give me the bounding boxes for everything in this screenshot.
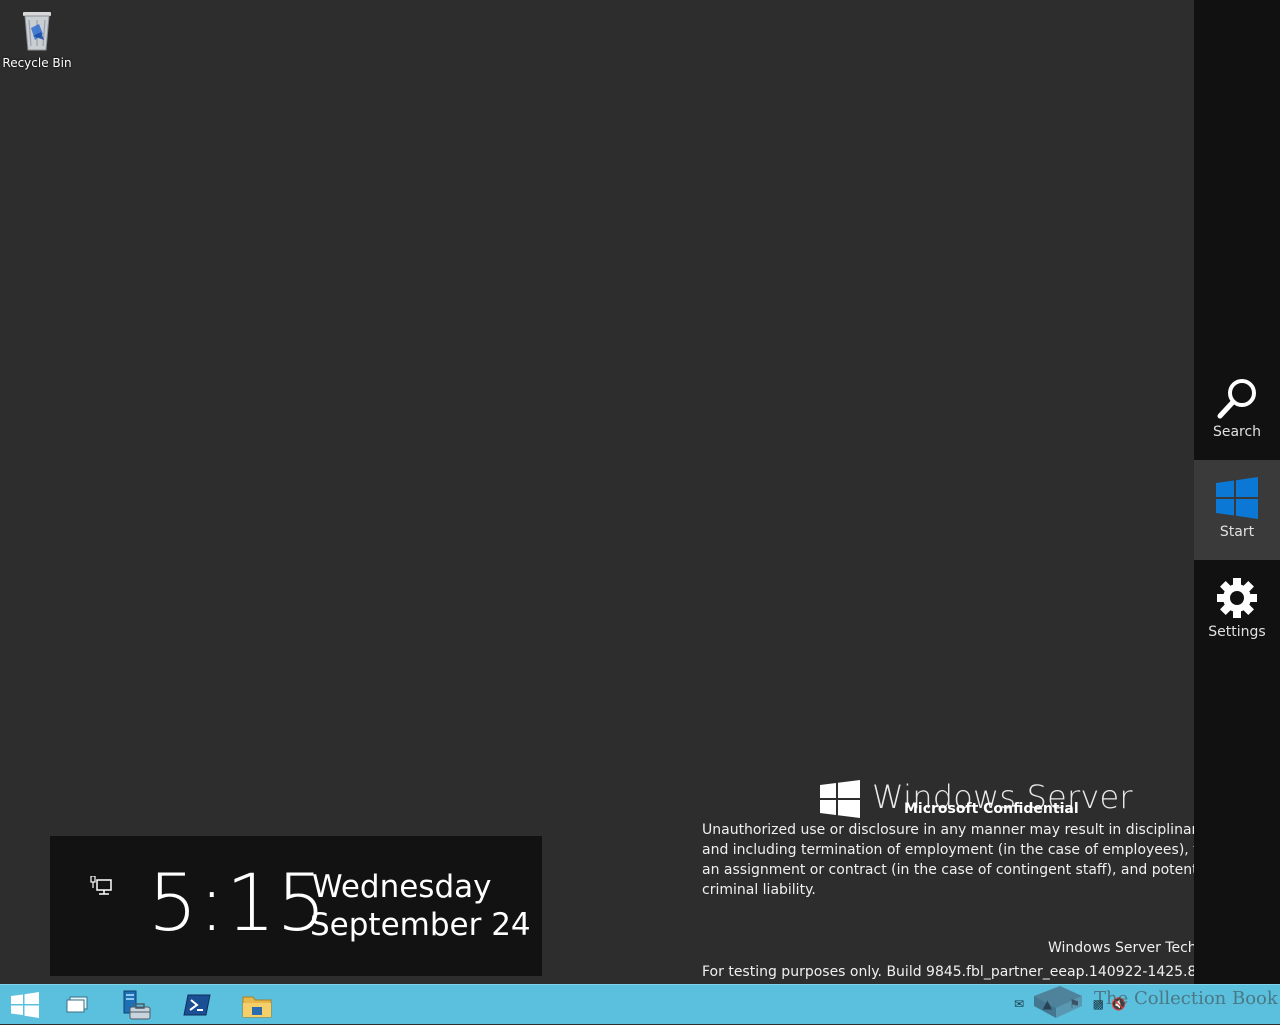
powershell-button[interactable] — [172, 987, 222, 1023]
server-manager-button[interactable] — [110, 987, 160, 1023]
legal-line: Unauthorized use or disclosure in any ma… — [702, 822, 1194, 838]
charm-start-label: Start — [1219, 524, 1255, 540]
server-manager-icon — [123, 990, 151, 1020]
legal-notice: Unauthorized use or disclosure in any ma… — [702, 820, 1194, 900]
confidential-label: Microsoft Confidential — [904, 801, 1079, 817]
build-product-name: Windows Server Techr — [1048, 940, 1194, 956]
search-icon — [1217, 379, 1256, 419]
build-info: For testing purposes only. Build 9845.fb… — [702, 964, 1194, 980]
clock-day: Wednesday — [312, 869, 492, 905]
task-view-button[interactable] — [52, 987, 102, 1023]
powershell-icon — [183, 994, 211, 1016]
windows-logo-icon — [1216, 477, 1258, 519]
clock-date: September 24 — [310, 907, 531, 943]
network-wired-icon — [90, 876, 112, 895]
charm-settings[interactable]: Settings — [1194, 560, 1280, 660]
windows-logo-icon — [11, 992, 39, 1018]
charm-search-label: Search — [1212, 424, 1262, 440]
folder-icon — [242, 996, 272, 1018]
file-explorer-button[interactable] — [232, 987, 282, 1023]
gear-icon — [1217, 578, 1257, 618]
charms-bar: Search Start Settings — [1194, 0, 1280, 1024]
book-logo-icon — [1034, 986, 1082, 1018]
recycle-bin-icon — [23, 12, 51, 51]
charm-settings-label: Settings — [1208, 624, 1266, 640]
clock-panel: 5:15 Wednesday September 24 — [50, 836, 542, 976]
charm-start[interactable]: Start — [1194, 460, 1280, 560]
task-view-icon — [66, 996, 88, 1013]
watermark-text: The Collection Book — [1094, 988, 1278, 1009]
start-button[interactable] — [0, 987, 50, 1023]
legal-line: an assignment or contract (in the case o… — [702, 862, 1194, 878]
charm-search[interactable]: Search — [1194, 360, 1280, 460]
clock-time: 5:15 — [148, 859, 328, 949]
desktop[interactable]: Recycle Bin Windows Server Microsoft Con… — [0, 0, 1194, 984]
recycle-bin-label: Recycle Bin — [2, 56, 72, 70]
watermark: The Collection Book — [1030, 980, 1280, 1024]
legal-line: criminal liability. — [702, 882, 816, 898]
recycle-bin-shortcut[interactable]: Recycle Bin — [2, 6, 72, 70]
windows-logo-icon — [820, 780, 860, 818]
action-center-icon[interactable]: ✉ — [1014, 997, 1024, 1011]
legal-line: and including termination of employment … — [702, 842, 1194, 858]
